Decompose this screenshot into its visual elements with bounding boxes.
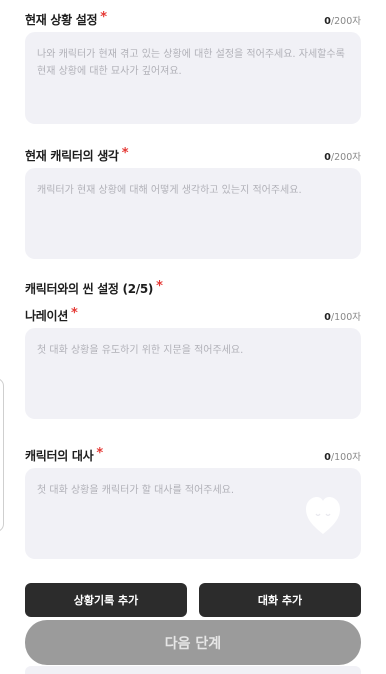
narration-label: 나레이션 *: [25, 306, 78, 323]
thought-char-count: 0/200자: [324, 152, 361, 163]
narration-input[interactable]: [25, 328, 361, 419]
next-step-button[interactable]: 다음 단계: [25, 620, 361, 665]
dialogue-char-count: 0/100자: [324, 452, 361, 463]
narration-char-count: 0/100자: [324, 312, 361, 323]
situation-char-count: 0/200자: [324, 16, 361, 27]
scene-group-title: 캐릭터와의 씬 설정 (2/5) *: [25, 279, 163, 296]
narration-field-header: 나레이션 * 0/100자: [25, 305, 361, 324]
situation-input[interactable]: [25, 32, 361, 124]
add-dialogue-button[interactable]: 대화 추가: [199, 583, 361, 617]
dialogue-field-header: 캐릭터의 대사 * 0/100자: [25, 445, 361, 464]
situation-field-header: 현재 상황 설정 * 0/200자: [25, 9, 361, 28]
background-strip: [25, 666, 361, 674]
dialogue-label: 캐릭터의 대사 *: [25, 446, 104, 463]
heart-icon: [306, 497, 340, 534]
thought-field-header: 현재 캐릭터의 생각 * 0/200자: [25, 145, 361, 164]
side-panel-edge: [0, 378, 4, 532]
situation-label: 현재 상황 설정 *: [25, 10, 108, 27]
add-situation-button[interactable]: 상황기록 추가: [25, 583, 187, 617]
thought-input[interactable]: [25, 168, 361, 259]
thought-label: 현재 캐릭터의 생각 *: [25, 146, 129, 163]
